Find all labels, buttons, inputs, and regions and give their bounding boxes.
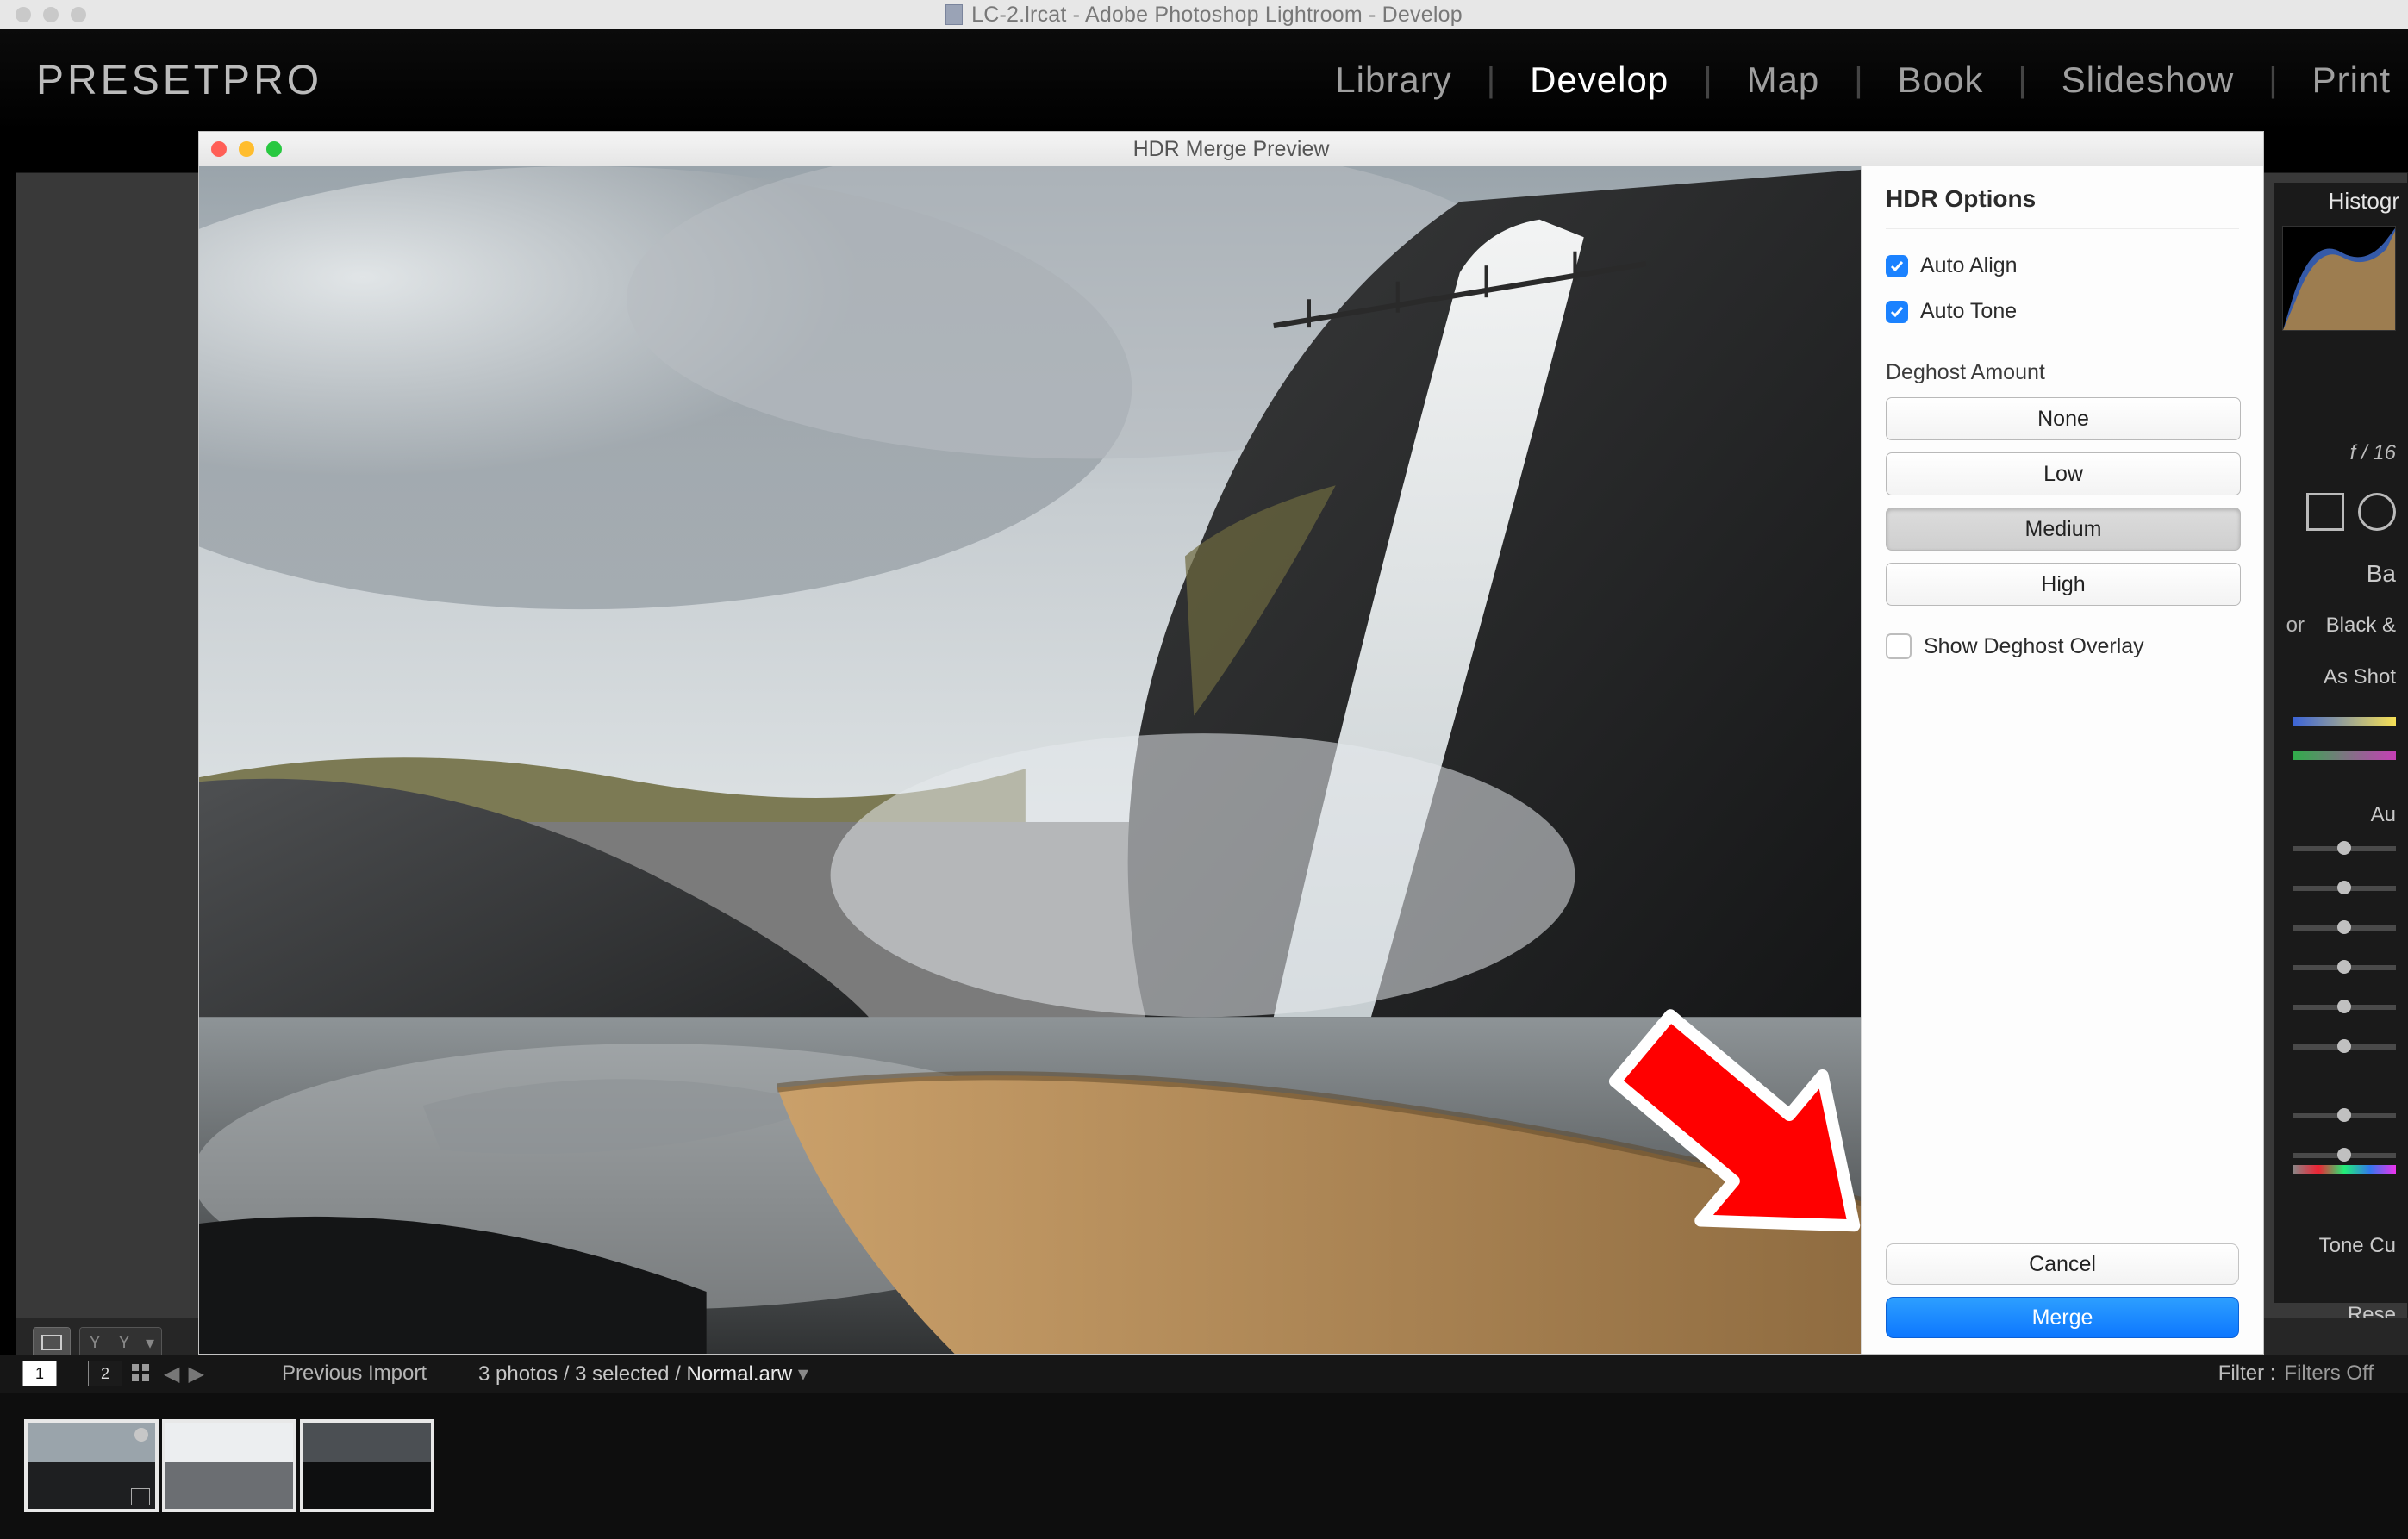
compare-segment[interactable]: YY▾ bbox=[79, 1327, 162, 1358]
sync-dot-icon bbox=[134, 1428, 148, 1442]
auto-align-label: Auto Align bbox=[1920, 253, 2018, 278]
saturation-colorbar[interactable] bbox=[2293, 1165, 2396, 1174]
vibrance-slider[interactable] bbox=[2293, 1153, 2396, 1158]
monitor-1-badge[interactable]: 1 bbox=[22, 1361, 57, 1386]
blacks-slider[interactable] bbox=[2293, 1044, 2396, 1050]
contrast-slider[interactable] bbox=[2293, 886, 2396, 891]
filmstrip-info-bar: 1 2 ◀ ▶ Previous Import 3 photos / 3 sel… bbox=[0, 1355, 2408, 1393]
selection-count: 3 photos / 3 selected / bbox=[478, 1362, 681, 1386]
mac-window-titlebar: LC-2.lrcat - Adobe Photoshop Lightroom -… bbox=[0, 0, 2408, 29]
show-deghost-overlay-checkbox[interactable] bbox=[1886, 633, 1912, 659]
thumbnail[interactable] bbox=[300, 1419, 434, 1512]
hdr-options-heading: HDR Options bbox=[1886, 185, 2239, 229]
chevron-right-icon[interactable]: ▶ bbox=[188, 1361, 203, 1386]
brand-logo: PRESETPRO bbox=[36, 57, 322, 104]
shadows-slider[interactable] bbox=[2293, 965, 2396, 970]
treatment-color[interactable]: or bbox=[2286, 614, 2305, 638]
annotation-arrow-icon bbox=[1561, 968, 1861, 1295]
radial-filter-icon[interactable] bbox=[2358, 493, 2396, 531]
develop-right-panel: Histogr f / 16 Ba or Black & As Shot Au bbox=[2274, 183, 2408, 1303]
treatment-bw[interactable]: Black & bbox=[2326, 614, 2396, 638]
tone-curve-heading[interactable]: Tone Cu bbox=[2319, 1234, 2396, 1258]
tint-slider[interactable] bbox=[2293, 751, 2396, 760]
deghost-low-button[interactable]: Low bbox=[1886, 452, 2241, 495]
auto-tone-label: Auto Tone bbox=[1920, 299, 2017, 324]
monitor-2-badge[interactable]: 2 bbox=[88, 1361, 122, 1386]
deghost-none-button[interactable]: None bbox=[1886, 397, 2241, 440]
modal-titlebar[interactable]: HDR Merge Preview bbox=[199, 132, 2263, 167]
modal-title: HDR Merge Preview bbox=[199, 137, 2263, 162]
highlights-slider[interactable] bbox=[2293, 925, 2396, 931]
histogram bbox=[2282, 226, 2396, 331]
exposure-slider[interactable] bbox=[2293, 846, 2396, 851]
merge-button[interactable]: Merge bbox=[1886, 1297, 2239, 1338]
module-nav: Library| Develop| Map| Book| Slideshow| … bbox=[1335, 59, 2391, 101]
current-file-name: Normal.arw bbox=[687, 1362, 793, 1386]
cancel-button[interactable]: Cancel bbox=[1886, 1243, 2239, 1285]
auto-tone-checkbox[interactable] bbox=[1886, 301, 1908, 323]
hdr-preview-image bbox=[199, 166, 1861, 1354]
show-deghost-overlay-label: Show Deghost Overlay bbox=[1924, 634, 2144, 659]
clarity-slider[interactable] bbox=[2293, 1113, 2396, 1118]
window-title: LC-2.lrcat - Adobe Photoshop Lightroom -… bbox=[971, 3, 1463, 28]
deghost-amount-label: Deghost Amount bbox=[1886, 360, 2239, 385]
breadcrumb: 3 photos / 3 selected / Normal.arw ▾ bbox=[478, 1361, 808, 1386]
crop-tool-icon[interactable] bbox=[2306, 493, 2344, 531]
chevron-left-icon[interactable]: ◀ bbox=[164, 1361, 179, 1386]
hdr-merge-modal: HDR Merge Preview bbox=[198, 131, 2264, 1355]
temp-slider[interactable] bbox=[2293, 717, 2396, 726]
flag-icon[interactable] bbox=[131, 1488, 150, 1505]
wb-as-shot[interactable]: As Shot bbox=[2324, 665, 2396, 689]
nav-map[interactable]: Map bbox=[1747, 59, 1820, 101]
filter-label: Filter : bbox=[2218, 1361, 2276, 1386]
nav-develop[interactable]: Develop bbox=[1530, 59, 1669, 101]
grid-icon[interactable] bbox=[131, 1363, 152, 1384]
aperture-readout: f / 16 bbox=[2350, 441, 2396, 465]
hdr-options-panel: HDR Options Auto Align Auto Tone Deghost… bbox=[1861, 166, 2263, 1354]
deghost-high-button[interactable]: High bbox=[1886, 563, 2241, 606]
histogram-heading: Histogr bbox=[2329, 188, 2399, 215]
document-icon bbox=[945, 4, 963, 25]
filmstrip[interactable] bbox=[0, 1393, 2408, 1539]
thumbnail[interactable] bbox=[162, 1419, 296, 1512]
whites-slider[interactable] bbox=[2293, 1005, 2396, 1010]
filter-value[interactable]: Filters Off bbox=[2284, 1361, 2374, 1386]
source-label[interactable]: Previous Import bbox=[282, 1361, 427, 1386]
deghost-medium-button[interactable]: Medium bbox=[1886, 508, 2241, 551]
basic-panel-heading[interactable]: Ba bbox=[2367, 560, 2396, 588]
nav-print[interactable]: Print bbox=[2312, 59, 2391, 101]
nav-book[interactable]: Book bbox=[1898, 59, 1984, 101]
view-mode-segment[interactable] bbox=[33, 1327, 71, 1358]
nav-library[interactable]: Library bbox=[1335, 59, 1451, 101]
auto-tone-label[interactable]: Au bbox=[2371, 803, 2396, 827]
auto-align-checkbox[interactable] bbox=[1886, 255, 1908, 277]
nav-slideshow[interactable]: Slideshow bbox=[2062, 59, 2234, 101]
lightroom-header: PRESETPRO Library| Develop| Map| Book| S… bbox=[0, 29, 2408, 131]
thumbnail[interactable] bbox=[24, 1419, 159, 1512]
